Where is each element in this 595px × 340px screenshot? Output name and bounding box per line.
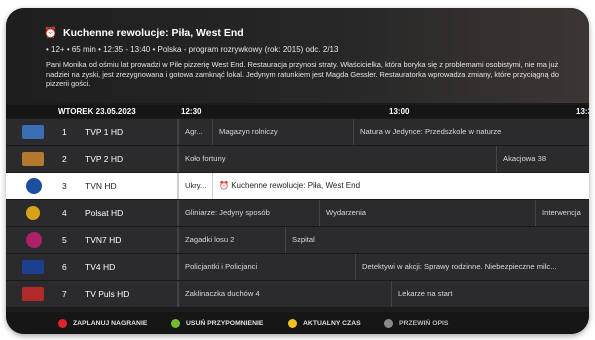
program-cell[interactable]: Koło fortuny — [178, 146, 496, 172]
channel-number: 2 — [62, 154, 67, 164]
time-label-1300: 13:00 — [389, 107, 410, 116]
channel-name: TVP 1 HD — [85, 127, 124, 137]
channel-number: 5 — [62, 235, 67, 245]
tvp2-logo — [22, 152, 44, 166]
program-cell[interactable]: Zaklinaczka duchów 4 — [178, 281, 391, 307]
channel-name: TV4 HD — [85, 262, 116, 272]
channel-row[interactable]: 4 Polsat HD Gliniarze: Jedyny sposób Wyd… — [6, 200, 589, 227]
channel-name: Polsat HD — [85, 208, 124, 218]
channel-row[interactable]: 7 TV Puls HD Zaklinaczka duchów 4 Lekarz… — [6, 281, 589, 308]
epg-grid: 1 TVP 1 HD Agr... Magazyn rolniczy Natur… — [6, 119, 589, 311]
tvpuls-logo — [22, 287, 44, 301]
channel-number: 4 — [62, 208, 67, 218]
program-cell[interactable]: Zagadki losu 2 — [178, 227, 285, 253]
program-cell[interactable]: Detektywi w akcji: Sprawy rodzinne. Nieb… — [355, 254, 589, 280]
channel-cell[interactable]: 2 TVP 2 HD — [6, 146, 178, 172]
channel-number: 6 — [62, 262, 67, 272]
polsat-logo — [26, 206, 40, 220]
channel-number: 3 — [62, 181, 67, 191]
channel-cell[interactable]: 1 TVP 1 HD — [6, 119, 178, 145]
program-cell[interactable]: Magazyn rolniczy — [212, 119, 353, 145]
channel-number: 7 — [62, 289, 67, 299]
program-title-text: Kuchenne rewolucje: Piła, West End — [63, 27, 244, 39]
channel-row[interactable]: 6 TV4 HD Policjantki i Policjanci Detekt… — [6, 254, 589, 281]
scroll-description-hint[interactable]: PRZEWIŃ OPIS — [384, 319, 448, 328]
epg-screen: ⏰ Kuchenne rewolucje: Piła, West End • 1… — [6, 8, 589, 334]
tvn-logo — [26, 178, 42, 194]
program-title: Kuchenne rewolucje: Piła, West End — [231, 181, 361, 190]
program-title: ⏰ Kuchenne rewolucje: Piła, West End — [44, 26, 244, 39]
tvp1-logo — [22, 125, 44, 139]
channel-cell[interactable]: 6 TV4 HD — [6, 254, 178, 280]
channel-cell[interactable]: 5 TVN7 HD — [6, 227, 178, 253]
program-cell[interactable]: Szpital — [285, 227, 589, 253]
reminder-clock-icon: ⏰ — [44, 27, 58, 39]
channel-row-selected[interactable]: 3 TVN HD Ukry... ⏰ Kuchenne rewolucje: P… — [6, 173, 589, 200]
program-cell[interactable]: Agr... — [178, 119, 212, 145]
channel-name: TV Puls HD — [85, 289, 130, 299]
program-cell[interactable]: Lekarze na start — [391, 281, 589, 307]
channel-name: TVN HD — [85, 181, 117, 191]
date-label: WTOREK 23.05.2023 — [58, 107, 136, 116]
channel-cell[interactable]: 7 TV Puls HD — [6, 281, 178, 307]
record-hint[interactable]: ZAPLANUJ NAGRANIE — [58, 319, 147, 328]
program-cell[interactable]: Policjantki i Policjanci — [178, 254, 355, 280]
program-cell[interactable]: Akacjowa 38 — [496, 146, 589, 172]
channel-name: TVP 2 HD — [85, 154, 124, 164]
gray-button-icon — [384, 319, 393, 328]
program-cell[interactable]: Wydarzenia — [319, 200, 535, 226]
program-description: Pani Monika od ośmiu lat prowadzi w Pile… — [46, 60, 559, 89]
timeline-header: WTOREK 23.05.2023 12:30 13:00 13:3 — [6, 105, 589, 118]
time-label-1230: 12:30 — [181, 107, 202, 116]
program-cell-focused[interactable]: ⏰ Kuchenne rewolucje: Piła, West End — [212, 173, 589, 199]
tvn7-logo — [26, 232, 42, 248]
current-time-hint[interactable]: AKTUALNY CZAS — [288, 319, 361, 328]
red-button-icon — [58, 319, 67, 328]
reminder-clock-icon: ⏰ — [219, 181, 229, 190]
program-cell[interactable]: Natura w Jedynce: Przedszkole w naturze — [353, 119, 589, 145]
program-cell[interactable]: Ukry... — [178, 173, 212, 199]
program-meta: • 12+ • 65 min • 12:35 - 13:40 • Polska … — [46, 45, 339, 54]
channel-cell[interactable]: 4 Polsat HD — [6, 200, 178, 226]
tv4-logo — [22, 260, 44, 274]
yellow-button-icon — [288, 319, 297, 328]
program-cell[interactable]: Interwencja — [535, 200, 589, 226]
channel-row[interactable]: 1 TVP 1 HD Agr... Magazyn rolniczy Natur… — [6, 119, 589, 146]
channel-row[interactable]: 2 TVP 2 HD Koło fortuny Akacjowa 38 — [6, 146, 589, 173]
program-cell[interactable]: Gliniarze: Jedyny sposób — [178, 200, 319, 226]
green-button-icon — [171, 319, 180, 328]
channel-number: 1 — [62, 127, 67, 137]
channel-row[interactable]: 5 TVN7 HD Zagadki losu 2 Szpital — [6, 227, 589, 254]
remove-reminder-hint[interactable]: USUŃ PRZYPOMNIENIE — [171, 319, 263, 328]
channel-cell[interactable]: 3 TVN HD — [6, 173, 178, 199]
channel-name: TVN7 HD — [85, 235, 122, 245]
color-key-legend: ZAPLANUJ NAGRANIE USUŃ PRZYPOMNIENIE AKT… — [6, 312, 589, 334]
program-details: ⏰ Kuchenne rewolucje: Piła, West End • 1… — [6, 8, 589, 103]
time-label-1330: 13:3 — [576, 107, 589, 116]
